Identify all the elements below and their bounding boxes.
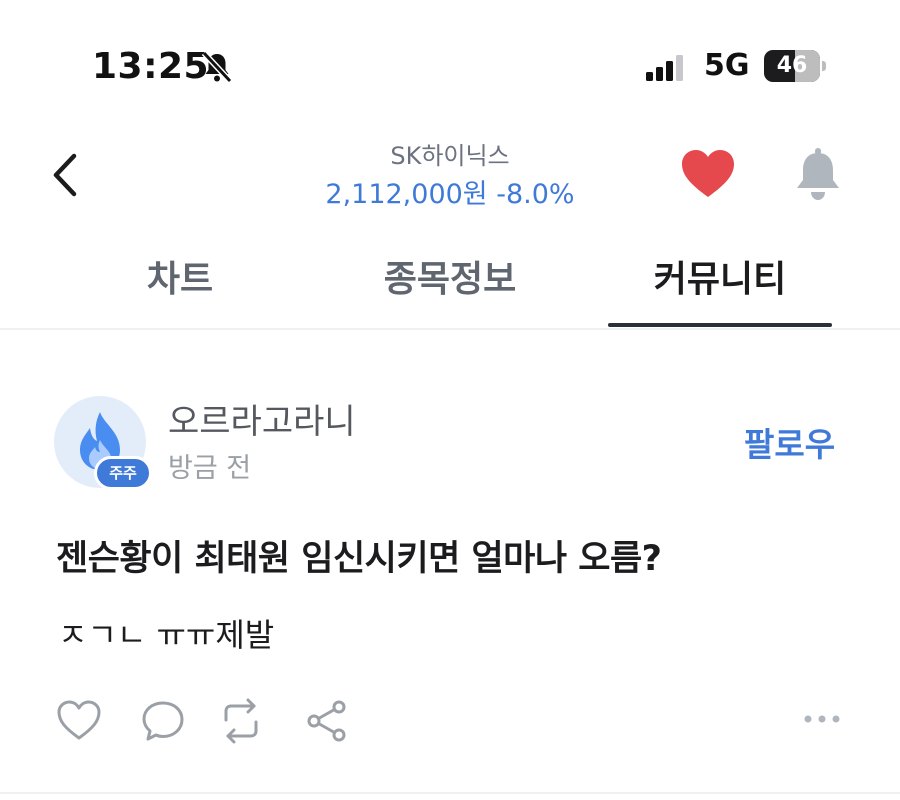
- more-icon[interactable]: [800, 706, 844, 732]
- post-actions: [0, 696, 900, 746]
- tab-bar: 차트 종목정보 커뮤니티: [0, 236, 900, 328]
- post-time: 방금 전: [168, 453, 252, 484]
- stock-header: SK하이닉스 2,112,000원 -8.0%: [0, 120, 900, 230]
- stock-name: SK하이닉스: [390, 142, 510, 170]
- stock-price-row: 2,112,000원 -8.0%: [0, 172, 900, 211]
- bell-icon[interactable]: [792, 146, 844, 202]
- stock-price: 2,112,000원: [325, 179, 488, 210]
- battery-cap: [822, 61, 826, 71]
- battery-icon: 46: [764, 50, 820, 82]
- heart-icon[interactable]: [680, 148, 736, 200]
- post-body[interactable]: ㅈㄱㄴ ㅠㅠ제발: [58, 610, 274, 656]
- shareholder-badge: 주주: [94, 456, 152, 490]
- author-name[interactable]: 오르라고라니: [168, 394, 356, 443]
- active-tab-indicator: [608, 323, 832, 327]
- stock-change: -8.0%: [496, 179, 575, 210]
- network-type: 5G: [704, 48, 750, 83]
- status-bar: 13:25 5G 46: [0, 0, 900, 120]
- repost-icon[interactable]: [218, 698, 264, 744]
- cellular-signal-icon: [646, 55, 683, 81]
- comment-icon[interactable]: [140, 698, 186, 744]
- follow-button[interactable]: 팔로우: [744, 418, 835, 466]
- tab-stock-info[interactable]: 종목정보: [340, 250, 560, 302]
- tab-chart[interactable]: 차트: [90, 250, 270, 302]
- community-post: 주주 오르라고라니 방금 전 팔로우 젠슨황이 최태원 임신시키면 얼마나 오름…: [0, 330, 900, 800]
- share-icon[interactable]: [304, 698, 350, 744]
- bell-slash-icon: [201, 50, 233, 84]
- status-time: 13:25: [92, 46, 210, 87]
- battery-level: 46: [776, 53, 808, 78]
- post-title[interactable]: 젠슨황이 최태원 임신시키면 얼마나 오름?: [56, 530, 662, 581]
- tab-community[interactable]: 커뮤니티: [608, 250, 832, 302]
- divider: [0, 792, 900, 794]
- heart-outline-icon[interactable]: [56, 698, 102, 744]
